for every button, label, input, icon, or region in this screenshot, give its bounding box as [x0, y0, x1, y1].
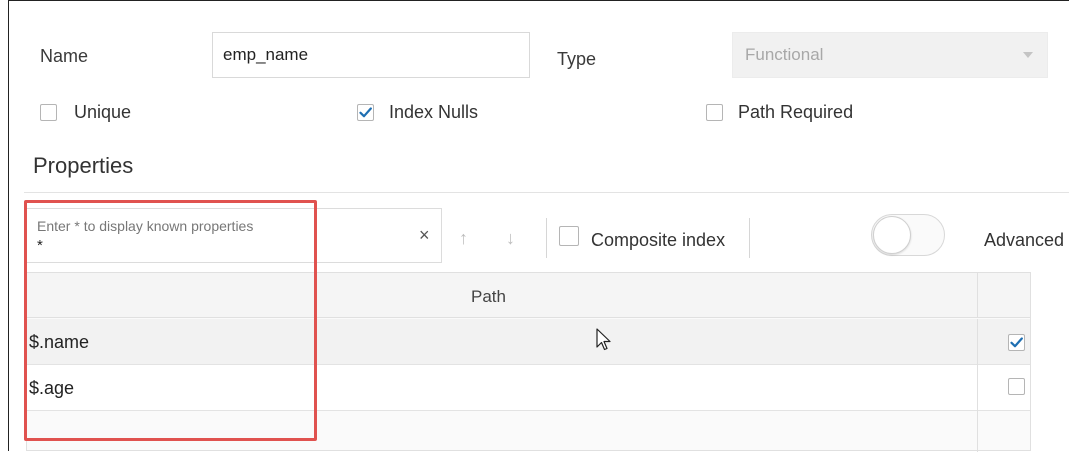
composite-index-label: Composite index [591, 230, 726, 250]
row-select-checkbox[interactable] [1008, 378, 1025, 395]
type-select-value: Functional [745, 45, 824, 64]
column-divider [977, 319, 978, 365]
path-column-header: Path [471, 287, 506, 306]
type-select: Functional [732, 32, 1048, 78]
clear-icon[interactable]: × [419, 225, 430, 246]
name-input[interactable]: emp_name [212, 32, 530, 78]
column-divider [977, 411, 978, 452]
path-required-checkbox[interactable] [706, 104, 723, 121]
column-divider [977, 273, 978, 318]
composite-index-checkbox[interactable] [559, 226, 579, 246]
unique-checkbox[interactable] [40, 104, 57, 121]
row-select-checkbox[interactable] [1008, 334, 1025, 351]
name-label: Name [40, 46, 89, 66]
move-up-icon[interactable]: ↑ [459, 228, 468, 249]
toolbar-separator [546, 218, 547, 258]
toggle-knob [873, 216, 911, 254]
unique-label: Unique [74, 102, 132, 122]
advanced-label: Advanced [984, 230, 1065, 250]
toolbar-separator [749, 218, 750, 258]
column-divider [977, 365, 978, 411]
highlight-annotation [24, 200, 317, 441]
mouse-cursor-icon [596, 328, 611, 351]
path-required-label: Path Required [738, 102, 854, 122]
chevron-down-icon [1023, 52, 1033, 58]
index-nulls-checkbox[interactable] [357, 104, 374, 121]
section-divider [24, 192, 1069, 193]
checkmark-icon [1010, 337, 1023, 348]
checkmark-icon [359, 107, 372, 118]
index-nulls-label: Index Nulls [389, 102, 479, 122]
move-down-icon[interactable]: ↓ [506, 228, 515, 249]
properties-heading: Properties [33, 153, 134, 178]
type-label: Type [557, 49, 597, 69]
advanced-toggle[interactable] [871, 214, 945, 256]
